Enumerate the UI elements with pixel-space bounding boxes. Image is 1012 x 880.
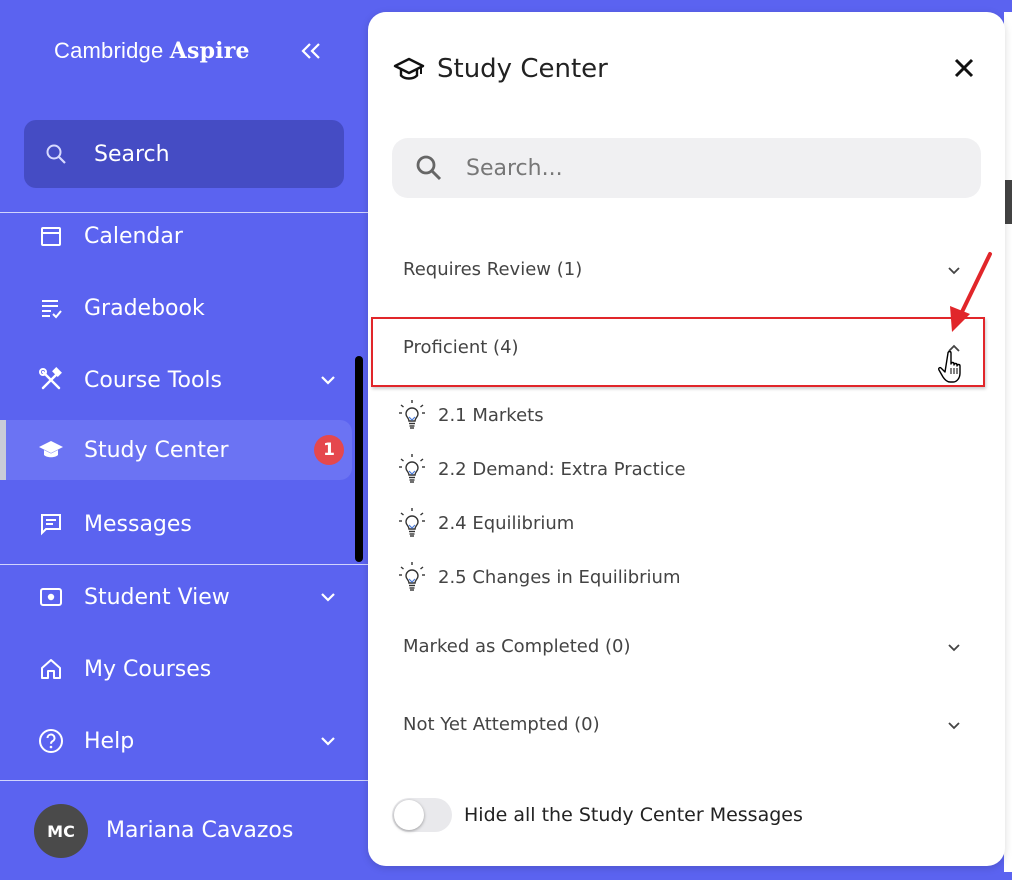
- item-label: 2.2 Demand: Extra Practice: [438, 458, 686, 480]
- chevron-down-icon: [948, 722, 960, 730]
- divider: [0, 564, 368, 565]
- sidebar-item-study-center[interactable]: Study Center 1: [0, 420, 352, 480]
- sidebar-item-label: Help: [84, 728, 135, 754]
- lightbulb-icon: [399, 562, 425, 591]
- calendar-icon: [38, 223, 64, 249]
- sidebar-item-student-view[interactable]: Student View: [0, 567, 368, 627]
- graduation-cap-icon: [38, 437, 64, 463]
- list-item-proficient[interactable]: 2.5 Changes in Equilibrium: [398, 560, 680, 594]
- sidebar-item-label: Course Tools: [84, 367, 222, 393]
- divider: [0, 212, 368, 213]
- avatar[interactable]: MC: [34, 804, 88, 858]
- toggle-knob: [394, 800, 424, 830]
- panel-title: Study Center: [437, 54, 608, 84]
- sidebar-item-label: Student View: [84, 584, 230, 610]
- sidebar-item-label: Messages: [84, 511, 192, 537]
- panel-search-input[interactable]: [464, 154, 968, 182]
- sidebar-search-button[interactable]: Search: [24, 120, 344, 188]
- brand-logo: Cambridge Aspire: [54, 38, 250, 64]
- sidebar-item-course-tools[interactable]: Course Tools: [0, 350, 368, 410]
- chevron-down-icon: [948, 644, 960, 652]
- double-chevron-left-icon: [301, 43, 320, 59]
- brand-bold: Aspire: [169, 38, 250, 64]
- section-label: Requires Review (1): [403, 259, 583, 280]
- hide-messages-toggle[interactable]: [392, 798, 452, 832]
- section-label: Not Yet Attempted (0): [403, 714, 600, 735]
- sidebar-item-label: Gradebook: [84, 295, 205, 321]
- gradebook-icon: [38, 295, 64, 321]
- sidebar-item-label: Calendar: [84, 223, 183, 249]
- section-marked-as-completed[interactable]: Marked as Completed (0): [368, 617, 1005, 677]
- item-label: 2.1 Markets: [438, 404, 544, 426]
- tools-icon: [38, 367, 64, 393]
- search-icon: [416, 155, 442, 181]
- sidebar-item-my-courses[interactable]: My Courses: [0, 639, 368, 699]
- list-item-proficient[interactable]: 2.1 Markets: [398, 398, 544, 432]
- brand-light: Cambridge: [54, 38, 164, 63]
- sidebar-item-help[interactable]: Help: [0, 711, 368, 771]
- toggle-label: Hide all the Study Center Messages: [464, 804, 803, 826]
- item-label: 2.4 Equilibrium: [438, 512, 575, 534]
- sidebar-item-label: Study Center: [84, 437, 229, 463]
- section-label: Marked as Completed (0): [403, 636, 631, 657]
- background-page-edge: [1004, 12, 1012, 872]
- divider: [0, 780, 368, 781]
- chevron-down-icon: [321, 737, 335, 746]
- sidebar-item-calendar[interactable]: Calendar: [0, 214, 368, 266]
- chevron-down-icon: [948, 267, 960, 275]
- item-label: 2.5 Changes in Equilibrium: [438, 566, 681, 588]
- chevron-down-icon: [321, 593, 335, 602]
- notification-badge: 1: [314, 435, 344, 465]
- highlight-box: [371, 317, 985, 387]
- list-item-proficient[interactable]: 2.2 Demand: Extra Practice: [398, 452, 686, 486]
- search-icon: [46, 144, 66, 164]
- user-name[interactable]: Mariana Cavazos: [106, 818, 293, 843]
- study-center-panel: Study Center Requires Review (1) Profici…: [368, 12, 1005, 866]
- graduation-cap-icon: [393, 57, 425, 80]
- nav-list: Calendar Gradebook Course Tools Study Ce…: [0, 214, 368, 564]
- lightbulb-icon: [399, 454, 425, 483]
- message-icon: [38, 511, 64, 537]
- help-icon: [38, 728, 64, 754]
- section-requires-review[interactable]: Requires Review (1): [368, 240, 1005, 300]
- sidebar: Cambridge Aspire Search Calendar Gradebo…: [0, 0, 368, 880]
- home-icon: [38, 656, 64, 682]
- close-icon[interactable]: [950, 54, 978, 82]
- sidebar-search-label: Search: [94, 141, 170, 167]
- section-not-yet-attempted[interactable]: Not Yet Attempted (0): [368, 695, 1005, 755]
- background-page-edge: [1004, 180, 1012, 224]
- sidebar-scrollbar[interactable]: [355, 356, 363, 562]
- sidebar-item-messages[interactable]: Messages: [0, 494, 368, 554]
- list-item-proficient[interactable]: 2.4 Equilibrium: [398, 506, 574, 540]
- sidebar-item-gradebook[interactable]: Gradebook: [0, 278, 368, 338]
- lightbulb-icon: [399, 508, 425, 537]
- lightbulb-icon: [399, 400, 425, 429]
- chevron-down-icon: [321, 376, 335, 385]
- panel-search-box: [392, 138, 981, 198]
- collapse-sidebar-button[interactable]: [300, 40, 322, 68]
- sidebar-item-label: My Courses: [84, 656, 212, 682]
- eye-icon: [38, 584, 64, 610]
